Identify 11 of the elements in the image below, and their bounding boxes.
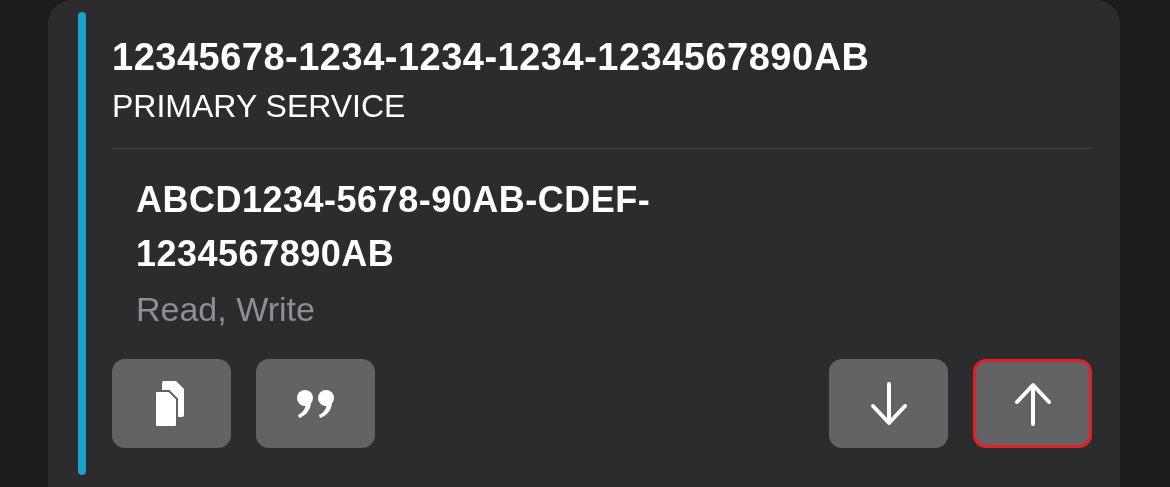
- service-uuid: 12345678-1234-1234-1234-1234567890AB: [112, 35, 871, 80]
- move-up-button[interactable]: [973, 359, 1092, 448]
- service-type: PRIMARY SERVICE: [112, 87, 407, 126]
- move-down-button[interactable]: [829, 359, 948, 448]
- quote-icon: [295, 388, 336, 419]
- arrow-down-icon: [868, 381, 909, 426]
- characteristic-uuid: ABCD1234-5678-90AB-CDEF-1234567890AB: [136, 178, 652, 276]
- arrow-up-icon: [1012, 381, 1053, 426]
- copy-button[interactable]: [112, 359, 231, 448]
- quote-button[interactable]: [256, 359, 375, 448]
- characteristic-properties: Read, Write: [136, 289, 316, 330]
